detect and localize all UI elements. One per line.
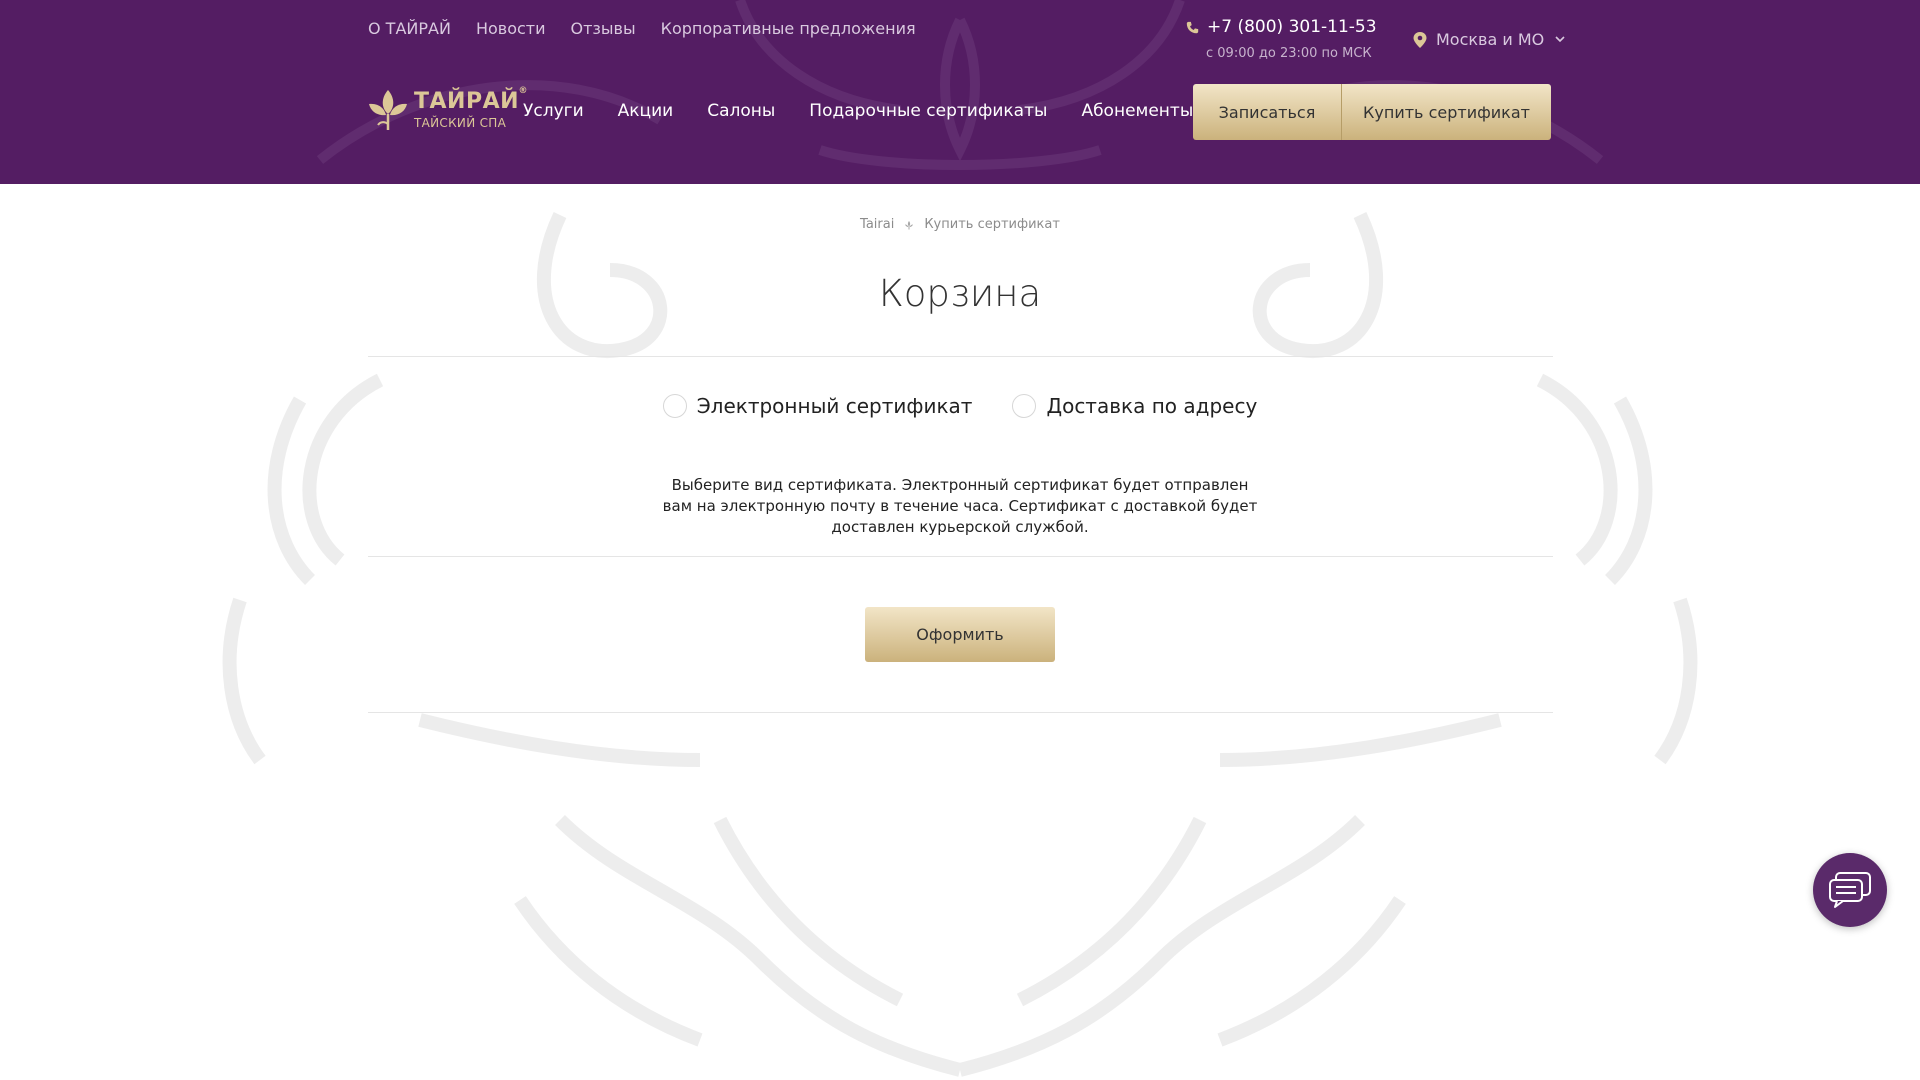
- contact-block: +7 (800) 301-11-53 с 09:00 до 23:00 по М…: [1186, 17, 1377, 61]
- logo-registered-mark: ®: [518, 86, 529, 96]
- main-nav-gift-certificates[interactable]: Подарочные сертификаты: [809, 101, 1047, 121]
- top-nav-reviews[interactable]: Отзывы: [571, 19, 636, 38]
- radio-button[interactable]: [662, 394, 687, 418]
- site-header: О ТАЙРАЙ Новости Отзывы Корпоративные пр…: [0, 0, 1920, 184]
- city-label: Москва и МО: [1436, 30, 1545, 49]
- buy-certificate-button[interactable]: Купить сертификат: [1341, 84, 1551, 140]
- lotus-logo-icon: [369, 90, 407, 130]
- radio-button[interactable]: [1012, 394, 1037, 418]
- page-title: Корзина: [878, 272, 1042, 315]
- location-pin-icon: [1413, 31, 1427, 48]
- main-nav-salons[interactable]: Салоны: [707, 101, 775, 121]
- certificate-type-options: Электронный сертификат Доставка по адрес…: [0, 394, 1920, 418]
- radio-delivery-to-address[interactable]: Доставка по адресу: [1012, 394, 1257, 418]
- divider: [368, 556, 1553, 557]
- chevron-down-icon: [1555, 36, 1565, 43]
- chat-icon: [1829, 872, 1871, 908]
- phone-icon: [1186, 21, 1199, 33]
- phone-number[interactable]: +7 (800) 301-11-53: [1207, 17, 1377, 37]
- radio-label: Электронный сертификат: [696, 394, 973, 418]
- radio-electronic-certificate[interactable]: Электронный сертификат: [662, 394, 973, 418]
- breadcrumb-current: Купить сертификат: [924, 217, 1060, 232]
- header-ornament: [316, 0, 1604, 170]
- certificate-type-description: Выберите вид сертификата. Электронный се…: [662, 476, 1258, 536]
- breadcrumb: Tairai Купить сертификат: [0, 217, 1920, 232]
- top-nav-corporate[interactable]: Корпоративные предложения: [661, 19, 916, 38]
- top-nav-news[interactable]: Новости: [476, 19, 546, 38]
- breadcrumb-home[interactable]: Tairai: [860, 217, 894, 232]
- main-nav: Услуги Акции Салоны Подарочные сертифика…: [523, 101, 1193, 121]
- divider: [368, 712, 1553, 713]
- main-nav-subscriptions[interactable]: Абонементы: [1081, 101, 1193, 121]
- signup-button[interactable]: Записаться: [1193, 84, 1341, 140]
- lotus-separator-icon: [905, 220, 914, 229]
- city-selector[interactable]: Москва и МО: [1413, 30, 1565, 49]
- top-nav-about[interactable]: О ТАЙРАЙ: [368, 19, 451, 38]
- main-nav-services[interactable]: Услуги: [523, 101, 584, 121]
- checkout-button[interactable]: Оформить: [865, 607, 1055, 662]
- top-nav: О ТАЙРАЙ Новости Отзывы Корпоративные пр…: [368, 19, 916, 38]
- site-logo[interactable]: ТАЙРАЙ ® ТАЙСКИЙ СПА: [368, 87, 528, 132]
- radio-label: Доставка по адресу: [1046, 394, 1258, 418]
- divider: [368, 356, 1553, 357]
- logo-subtitle: ТАЙСКИЙ СПА: [414, 116, 507, 130]
- chat-widget-button[interactable]: [1813, 853, 1887, 927]
- header-action-buttons: Записаться Купить сертификат: [1193, 84, 1551, 140]
- working-hours: с 09:00 до 23:00 по МСК: [1206, 46, 1372, 61]
- logo-title: ТАЙРАЙ: [414, 89, 520, 114]
- main-nav-promotions[interactable]: Акции: [618, 101, 674, 121]
